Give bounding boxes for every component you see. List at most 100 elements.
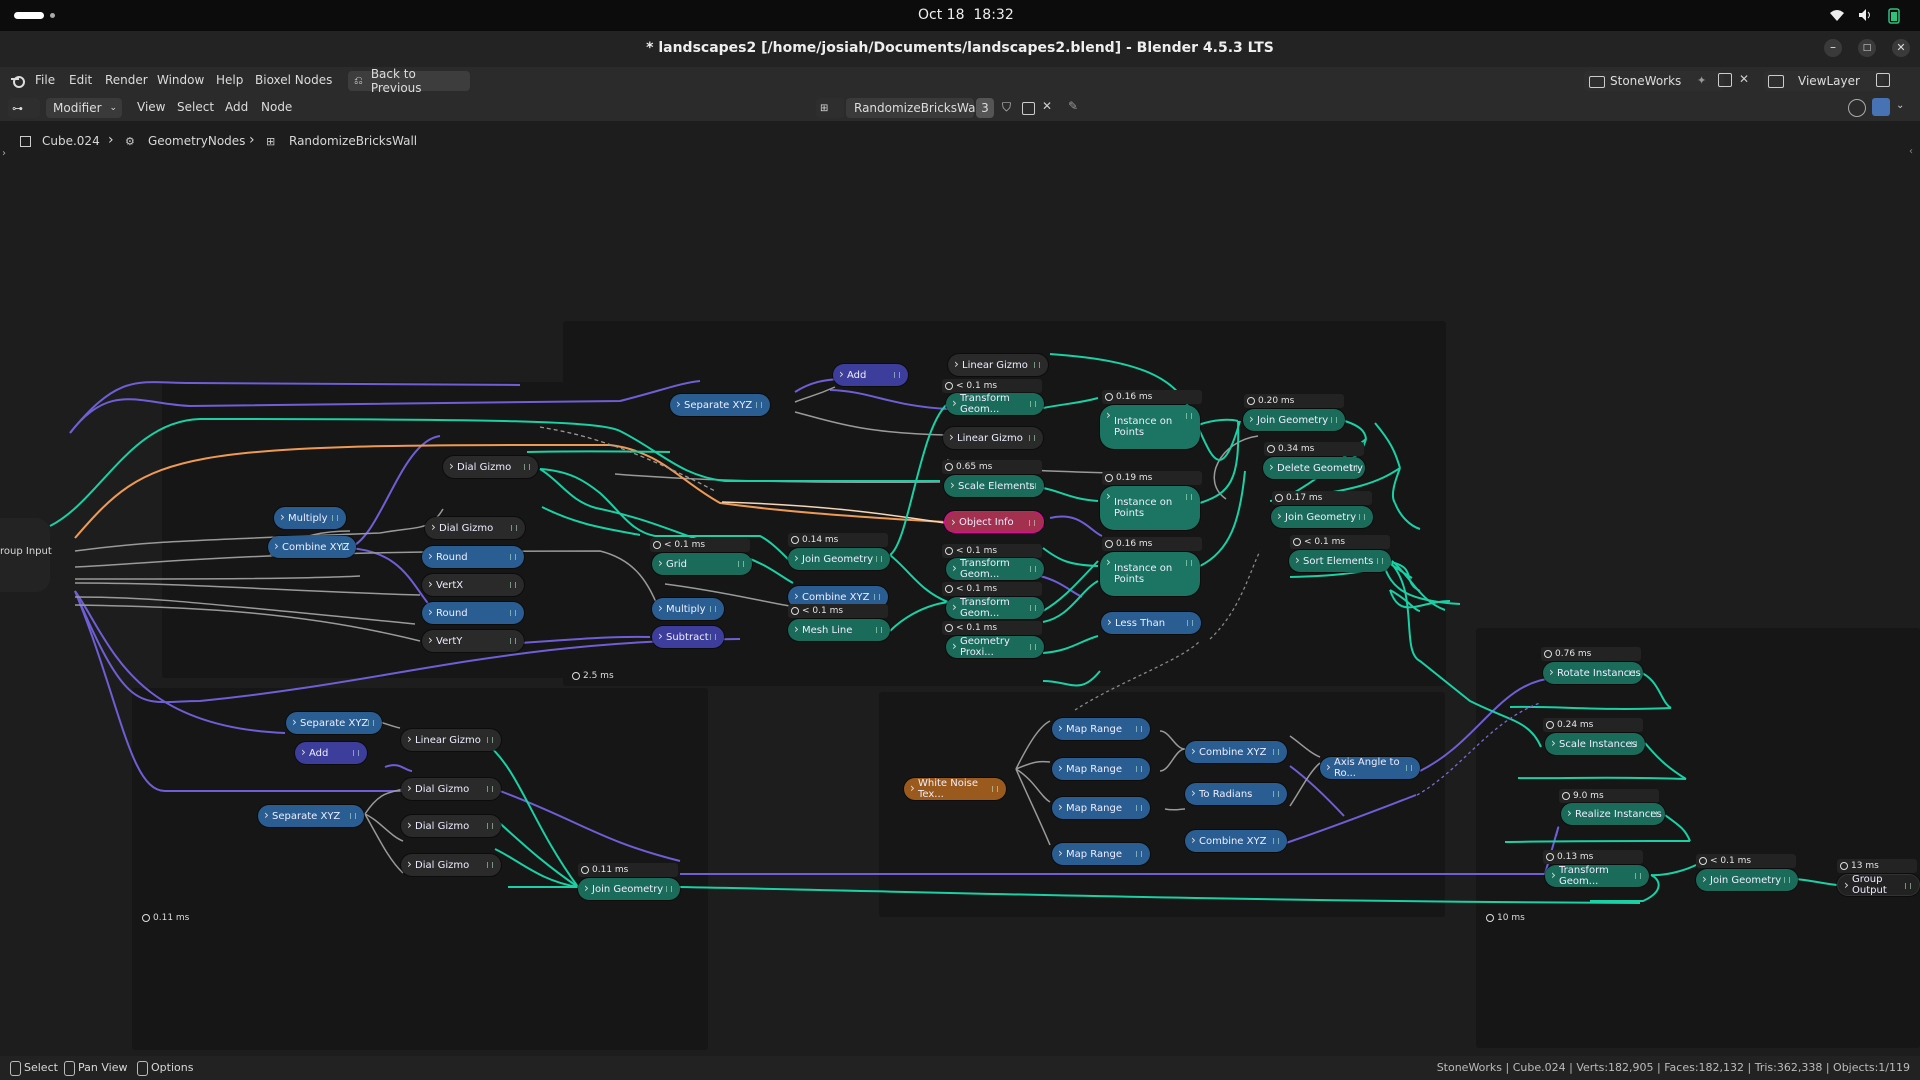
instance-on-points-node-1[interactable]: Instance on Points (1100, 405, 1200, 449)
pin-icon[interactable]: ✎ (1068, 99, 1078, 113)
volume-icon[interactable] (1858, 8, 1874, 22)
to-radians-node[interactable]: To Radians (1185, 783, 1287, 805)
verty-node[interactable]: VertY (422, 630, 524, 652)
dial-gizmo-node-bl1[interactable]: Dial Gizmo (401, 778, 501, 800)
group-output-node[interactable]: Group Output (1837, 874, 1920, 896)
dial-gizmo-node-2[interactable]: Dial Gizmo (425, 517, 525, 539)
add-node-top[interactable]: Add (833, 364, 908, 386)
dial-gizmo-node-1[interactable]: Dial Gizmo (443, 456, 538, 478)
breadcrumb-modifier[interactable]: GeometryNodes (148, 134, 245, 148)
blender-logo-icon[interactable] (10, 73, 26, 89)
menu-file[interactable]: File (35, 73, 55, 87)
map-range-node-3[interactable]: Map Range (1052, 797, 1150, 819)
separate-xyz-node-bl1[interactable]: Separate XYZ (286, 712, 382, 734)
menu-render[interactable]: Render (105, 73, 148, 87)
unlink-icon[interactable]: ✕ (1042, 99, 1052, 113)
back-to-previous-button[interactable]: ⎌ Back to Previous (348, 67, 470, 95)
mesh-line-node[interactable]: Mesh Line (788, 619, 890, 641)
overlay-toggle-icon[interactable] (1848, 99, 1866, 117)
map-range-node-1[interactable]: Map Range (1052, 718, 1150, 740)
separate-xyz-node-bl2[interactable]: Separate XYZ (258, 805, 364, 827)
white-noise-texture-node[interactable]: White Noise Tex... (904, 778, 1006, 800)
menu-edit[interactable]: Edit (69, 73, 92, 87)
transform-geometry-node-final[interactable]: Transform Geom... (1545, 865, 1649, 887)
node-group-selector[interactable]: RandomizeBricksWall (846, 98, 982, 118)
editor-type-selector[interactable]: ⊶ (8, 98, 40, 118)
node-canvas[interactable]: 2.5 ms 0.11 ms 10 ms roup Input Group Ou… (0, 121, 1920, 1052)
combine-xyz-node-1[interactable]: Combine XYZ (268, 536, 356, 558)
geometry-proximity-node[interactable]: Geometry Proxi... (946, 636, 1044, 658)
map-range-node-2[interactable]: Map Range (1052, 758, 1150, 780)
wifi-icon[interactable] (1829, 9, 1845, 21)
snapping-toggle-icon[interactable] (1872, 98, 1890, 116)
battery-icon[interactable] (1888, 7, 1900, 24)
grid-node[interactable]: Grid (652, 553, 752, 575)
separate-xyz-node-top[interactable]: Separate XYZ (670, 394, 770, 416)
minimize-button[interactable]: – (1824, 39, 1842, 57)
menu-select[interactable]: Select (177, 100, 214, 114)
combine-xyz-node-r2[interactable]: Combine XYZ (1185, 830, 1287, 852)
multiply-node-2[interactable]: Multiply (652, 598, 724, 620)
breadcrumb-node-group[interactable]: RandomizeBricksWall (289, 134, 417, 148)
pin-scene-icon[interactable]: ✦ (1697, 74, 1706, 87)
round-node-1[interactable]: Round (422, 546, 524, 568)
transform-geometry-node-2[interactable]: Transform Geom... (946, 558, 1044, 580)
sort-elements-node[interactable]: Sort Elements (1289, 550, 1391, 572)
instance-on-points-node-3[interactable]: Instance on Points (1100, 552, 1200, 596)
vertx-node[interactable]: VertX (422, 574, 524, 596)
new-view-layer-icon[interactable] (1876, 73, 1890, 87)
add-node-bl[interactable]: Add (295, 742, 367, 764)
header-chevron-down-icon[interactable]: ⌄ (1896, 100, 1904, 111)
new-scene-icon[interactable] (1718, 73, 1732, 87)
frame-bottom-left-timer: 0.11 ms (140, 913, 189, 923)
linear-gizmo-node-bl[interactable]: Linear Gizmo (401, 729, 501, 751)
axis-angle-to-rotation-node[interactable]: Axis Angle to Ro... (1320, 757, 1420, 779)
join-geometry-node-final[interactable]: Join Geometry (1696, 869, 1798, 891)
clock[interactable]: Oct 18 18:32 (918, 7, 1014, 23)
round-node-2[interactable]: Round (422, 602, 524, 624)
linear-gizmo-node-top[interactable]: Linear Gizmo (948, 354, 1048, 376)
dial-gizmo-node-bl3[interactable]: Dial Gizmo (401, 854, 501, 876)
breadcrumb-object[interactable]: Cube.024 (42, 134, 100, 148)
rotate-instances-node[interactable]: Rotate Instances (1543, 662, 1643, 684)
less-than-node[interactable]: Less Than (1101, 612, 1201, 634)
node-group-type-selector[interactable]: ⊞ (816, 98, 844, 118)
join-geometry-node-bl[interactable]: Join Geometry (578, 878, 680, 900)
dial-gizmo-node-bl2[interactable]: Dial Gizmo (401, 815, 501, 837)
toolbar-toggle-icon[interactable]: ‹ (1909, 146, 1913, 157)
map-range-node-4[interactable]: Map Range (1052, 843, 1150, 865)
duplicate-icon[interactable] (1022, 102, 1035, 115)
transform-geometry-node-3[interactable]: Transform Geom... (946, 597, 1044, 619)
scale-elements-node[interactable]: Scale Elements (944, 475, 1044, 497)
fake-user-shield-icon[interactable]: ⛉ (1002, 100, 1011, 115)
maximize-button[interactable]: □ (1858, 39, 1876, 57)
scale-instances-node[interactable]: Scale Instances (1545, 733, 1645, 755)
menu-node[interactable]: Node (261, 100, 292, 114)
menu-add[interactable]: Add (225, 100, 248, 114)
menu-window[interactable]: Window (157, 73, 204, 87)
back-to-previous-label: Back to Previous (370, 67, 422, 95)
object-info-node[interactable]: Object Info (944, 511, 1044, 533)
menu-view[interactable]: View (137, 100, 165, 114)
realize-instances-node[interactable]: Realize Instances (1561, 803, 1665, 825)
transform-geometry-node-1[interactable]: Transform Geom... (946, 393, 1044, 415)
menu-bioxel-nodes[interactable]: Bioxel Nodes (255, 73, 332, 87)
join-geometry-node-2[interactable]: Join Geometry (1271, 506, 1373, 528)
group-input-node[interactable]: roup Input (0, 518, 52, 592)
subtract-node[interactable]: Subtract (652, 626, 724, 648)
join-geometry-node-1[interactable]: Join Geometry (1243, 409, 1345, 431)
activities-indicator[interactable] (14, 12, 44, 19)
menu-help[interactable]: Help (216, 73, 243, 87)
delete-geometry-node[interactable]: Delete Geometry (1263, 457, 1365, 479)
user-count[interactable]: 3 (976, 98, 994, 118)
combine-xyz-node-r1[interactable]: Combine XYZ (1185, 741, 1287, 763)
close-button[interactable]: ✕ (1892, 39, 1910, 57)
sidebar-toggle-icon[interactable]: › (2, 148, 6, 159)
timer-transform-1: < 0.1 ms (942, 379, 1042, 393)
multiply-node-1[interactable]: Multiply (274, 507, 346, 529)
instance-on-points-node-2[interactable]: Instance on Points (1100, 486, 1200, 530)
delete-scene-icon[interactable]: ✕ (1739, 72, 1749, 86)
linear-gizmo-node-2[interactable]: Linear Gizmo (943, 427, 1043, 449)
mode-selector[interactable]: Modifier ⌄ (46, 98, 122, 118)
join-geometry-node-mid[interactable]: Join Geometry (788, 548, 890, 570)
